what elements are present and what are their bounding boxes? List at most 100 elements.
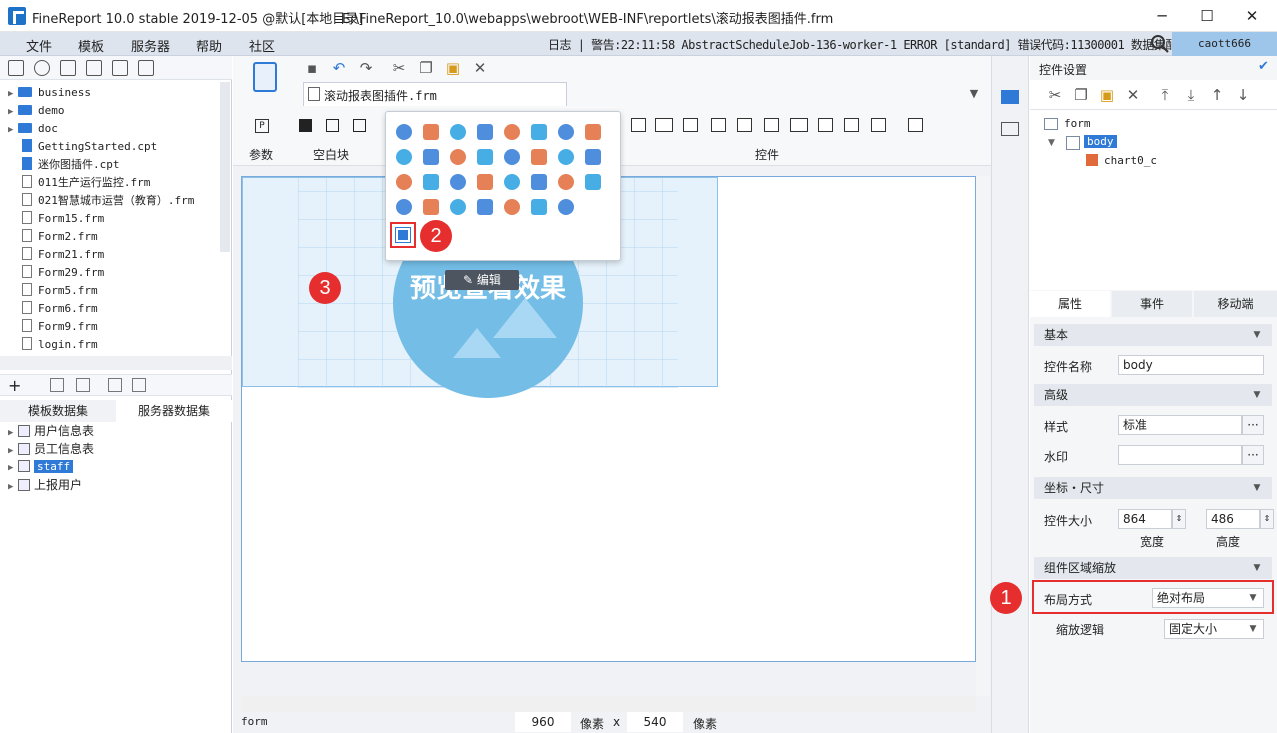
- widget-combo-icon[interactable]: [711, 118, 726, 132]
- widget-label-icon[interactable]: [655, 118, 673, 132]
- tree-file[interactable]: 011生产运行监控.frm: [8, 174, 150, 192]
- chart-type-rank-icon[interactable]: [477, 199, 493, 215]
- menu-help[interactable]: 帮助: [196, 36, 222, 55]
- canvas-height-input[interactable]: 540: [627, 712, 683, 732]
- chart-type-radar-icon[interactable]: [558, 124, 574, 140]
- edit-dataset-icon[interactable]: [50, 378, 64, 392]
- copy-icon[interactable]: ❐: [1072, 87, 1090, 103]
- dataset-filter-icon[interactable]: [132, 378, 146, 392]
- chart-type-donut-icon[interactable]: [450, 149, 466, 165]
- tree-scrollbar[interactable]: [220, 82, 230, 252]
- delete-icon[interactable]: [112, 60, 128, 76]
- check-icon[interactable]: ✔: [1258, 59, 1269, 74]
- edit-button[interactable]: ✎ 编辑: [445, 270, 519, 290]
- delete-dataset-icon[interactable]: [76, 378, 90, 392]
- width-stepper[interactable]: ⇕: [1172, 509, 1186, 529]
- save-icon[interactable]: ▪: [303, 60, 321, 76]
- name-input[interactable]: body: [1118, 355, 1264, 375]
- split-block-icon[interactable]: [326, 119, 339, 132]
- chart-type-scatter-icon[interactable]: [585, 124, 601, 140]
- section-scale[interactable]: 组件区域缩放: [1034, 557, 1272, 579]
- style-more-button[interactable]: ···: [1242, 415, 1264, 435]
- chart-type-earth-icon[interactable]: [558, 174, 574, 190]
- widget-textarea-icon[interactable]: [818, 118, 833, 132]
- tree-hscrollbar[interactable]: [0, 356, 232, 370]
- tab-properties[interactable]: 属性: [1030, 291, 1110, 317]
- tree-file[interactable]: 迷你图插件.cpt: [8, 156, 120, 174]
- chart-type-scatter-bar-icon[interactable]: [531, 199, 547, 215]
- menu-server[interactable]: 服务器: [131, 36, 170, 55]
- tree-file[interactable]: 021智慧城市运营（教育）.frm: [8, 192, 194, 210]
- collapse-arrow-icon[interactable]: ▼: [1048, 138, 1055, 148]
- menu-community[interactable]: 社区: [249, 36, 275, 55]
- settings-icon[interactable]: [86, 60, 102, 76]
- table-chart-icon[interactable]: [395, 227, 411, 243]
- chart-type-wave-icon[interactable]: [450, 174, 466, 190]
- paste-icon[interactable]: ▣: [1098, 87, 1116, 103]
- style-input[interactable]: 标准: [1118, 415, 1242, 435]
- move-down-icon[interactable]: ↓: [1234, 87, 1252, 103]
- tree-file[interactable]: Form21.frm: [8, 246, 104, 264]
- widget-number-icon[interactable]: [790, 118, 808, 132]
- chevron-down-icon[interactable]: ▼: [1248, 559, 1266, 577]
- chart-type-area-icon[interactable]: [504, 124, 520, 140]
- tree-file[interactable]: Form15.frm: [8, 210, 104, 228]
- chart-type-map-icon[interactable]: [477, 149, 493, 165]
- widget-button-icon[interactable]: [683, 118, 698, 132]
- height-input[interactable]: 486: [1206, 509, 1260, 529]
- widget-checkbox-icon[interactable]: [871, 118, 886, 132]
- watermark-input[interactable]: [1118, 445, 1242, 465]
- chart-type-tree-icon[interactable]: [477, 174, 493, 190]
- paste-icon[interactable]: ▣: [444, 60, 462, 76]
- dataset-item[interactable]: ▶ 上报用户: [8, 476, 82, 494]
- chart-type-heatmap-icon[interactable]: [504, 149, 520, 165]
- search-icon[interactable]: [1150, 34, 1170, 54]
- chart-type-circle-progress-icon[interactable]: [423, 199, 439, 215]
- tree-form[interactable]: form: [1064, 117, 1091, 130]
- tree-file[interactable]: Form9.frm: [8, 318, 98, 336]
- add-dataset-icon[interactable]: +: [8, 376, 21, 395]
- width-input[interactable]: 864: [1118, 509, 1172, 529]
- canvas-vscrollbar[interactable]: [976, 176, 990, 696]
- redo-icon[interactable]: ↷: [357, 60, 375, 76]
- refresh-icon[interactable]: [34, 60, 50, 76]
- chart-type-ring-icon[interactable]: [585, 174, 601, 190]
- chart-type-timeline-icon[interactable]: [504, 199, 520, 215]
- chevron-down-icon[interactable]: ▼: [1248, 386, 1266, 404]
- chart-type-wordcloud-icon[interactable]: [396, 174, 412, 190]
- tree-folder[interactable]: ▶ doc: [8, 120, 58, 138]
- widget-settings-icon[interactable]: [1001, 90, 1019, 104]
- chart-type-card-icon[interactable]: [396, 199, 412, 215]
- tab-events[interactable]: 事件: [1112, 291, 1192, 317]
- tree-file[interactable]: Form2.frm: [8, 228, 98, 246]
- expand-arrow-icon[interactable]: ▶: [8, 85, 18, 103]
- tree-file[interactable]: GettingStarted.cpt: [8, 138, 157, 156]
- chart-type-funnel-icon[interactable]: [531, 149, 547, 165]
- expand-arrow-icon[interactable]: ▶: [8, 459, 18, 477]
- cut-icon[interactable]: ✂: [390, 60, 408, 76]
- cut-icon[interactable]: ✂: [1046, 87, 1064, 103]
- tab-menu-icon[interactable]: ▼: [965, 86, 983, 102]
- copy-icon[interactable]: ❐: [417, 60, 435, 76]
- chart-type-matrix-icon[interactable]: [504, 174, 520, 190]
- blank-block-icon[interactable]: [299, 119, 312, 132]
- new-folder-icon[interactable]: [8, 60, 24, 76]
- tab-template-dataset[interactable]: 模板数据集: [0, 400, 116, 422]
- param-icon[interactable]: P: [255, 119, 269, 133]
- open-icon[interactable]: [60, 60, 76, 76]
- section-advanced[interactable]: 高级: [1034, 384, 1272, 406]
- tab-block-icon[interactable]: [353, 119, 366, 132]
- chevron-down-icon[interactable]: ▼: [1248, 326, 1266, 344]
- expand-arrow-icon[interactable]: ▶: [8, 103, 18, 121]
- expand-arrow-icon[interactable]: ▶: [8, 121, 18, 139]
- tab-mobile[interactable]: 移动端: [1194, 291, 1277, 317]
- copy-icon[interactable]: [138, 60, 154, 76]
- move-top-icon[interactable]: ⤒: [1156, 87, 1174, 103]
- chart-type-pie-icon[interactable]: [396, 124, 412, 140]
- chart-type-globe-icon[interactable]: [558, 149, 574, 165]
- chart-type-gauge-icon[interactable]: [531, 124, 547, 140]
- chart-type-org-icon[interactable]: [558, 199, 574, 215]
- section-coords[interactable]: 坐标・尺寸: [1034, 477, 1272, 499]
- log-message[interactable]: 日志 | 警告:22:11:58 AbstractScheduleJob-136…: [548, 36, 1198, 53]
- height-stepper[interactable]: ⇕: [1260, 509, 1274, 529]
